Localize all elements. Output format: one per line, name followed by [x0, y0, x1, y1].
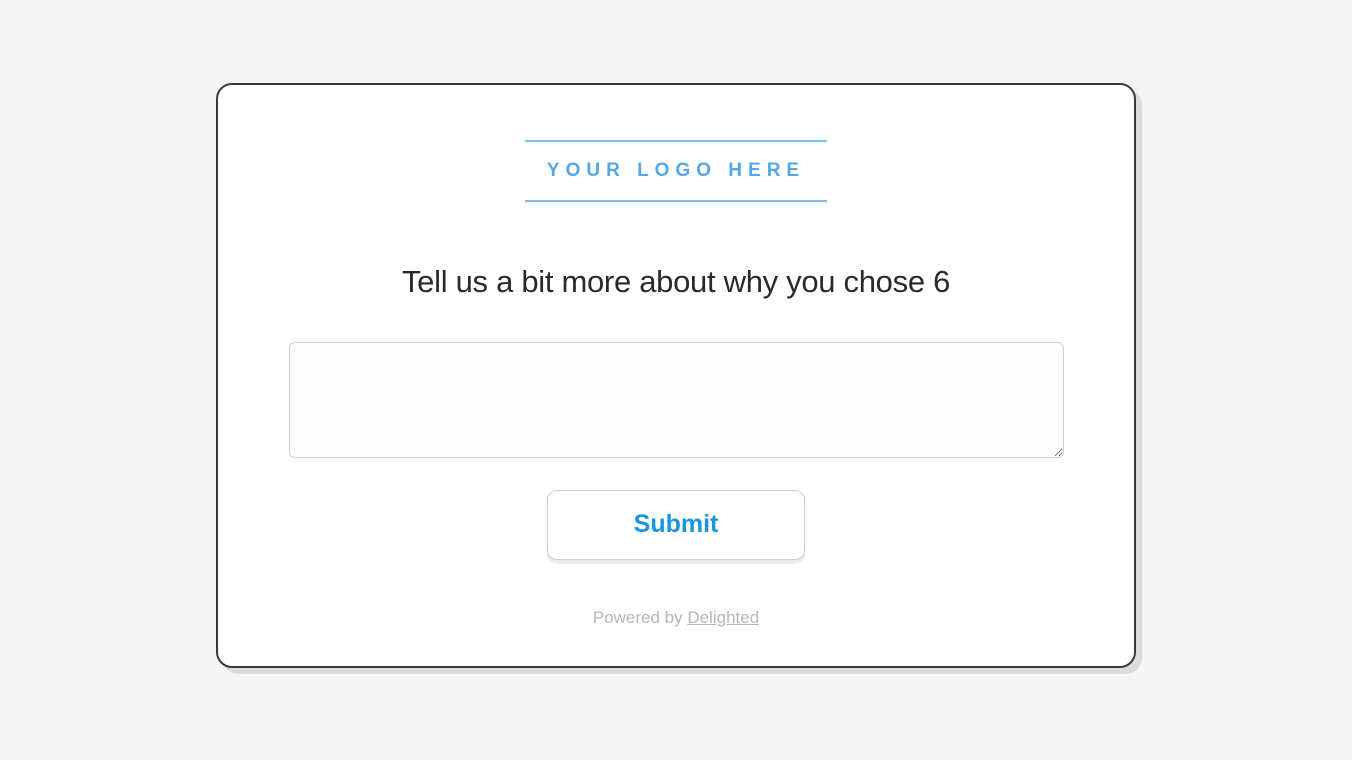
- survey-prompt: Tell us a bit more about why you chose 6: [402, 264, 950, 300]
- powered-by-link[interactable]: Delighted: [687, 608, 759, 627]
- logo-placeholder: YOUR LOGO HERE: [525, 140, 827, 202]
- feedback-textarea[interactable]: [289, 342, 1064, 458]
- survey-card: YOUR LOGO HERE Tell us a bit more about …: [216, 83, 1136, 668]
- submit-button[interactable]: Submit: [547, 490, 805, 560]
- logo-text: YOUR LOGO HERE: [547, 160, 805, 181]
- powered-by-prefix: Powered by: [593, 608, 688, 627]
- footer-attribution: Powered by Delighted: [593, 608, 759, 628]
